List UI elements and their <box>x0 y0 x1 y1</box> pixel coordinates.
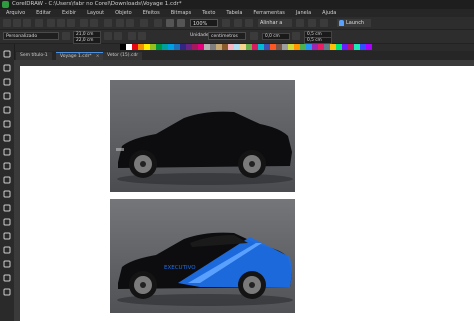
window-title: CorelDRAW - C:\Users\fabr no Corel\Downl… <box>12 1 182 7</box>
units-select[interactable]: centímetros <box>208 32 246 40</box>
executivo-badge: EXECUTIVO <box>164 265 196 271</box>
redo-button[interactable] <box>90 19 98 27</box>
duplicate-y-field[interactable]: 0,5 cm <box>304 37 332 44</box>
shape-icon[interactable] <box>3 64 11 72</box>
show-grid-button[interactable] <box>245 19 253 27</box>
tab-label: Vetor (15).cdr <box>107 53 139 58</box>
show-rulers-button[interactable] <box>234 19 242 27</box>
eyedropper-icon[interactable] <box>3 246 11 254</box>
car-silhouette-image[interactable] <box>110 80 295 192</box>
paste-button[interactable] <box>67 19 75 27</box>
undo-button[interactable] <box>80 19 88 27</box>
launch-dropdown[interactable]: Launch <box>337 19 371 27</box>
standard-toolbar: 100% Alinhar a Launch <box>0 17 474 30</box>
coreldraw-logo-icon <box>2 1 9 8</box>
zoom-level-select[interactable]: 100% <box>190 19 218 27</box>
landscape-button[interactable] <box>114 32 122 40</box>
transparency-icon[interactable] <box>3 232 11 240</box>
tab-document-1[interactable]: Sem título-1 <box>16 52 52 60</box>
artistic-media-icon[interactable] <box>3 120 11 128</box>
menu-bar: Arquivo Editar Exibir Layout Objeto Efeitos Bi… <box>0 9 474 17</box>
import-button[interactable] <box>116 19 124 27</box>
current-page-button[interactable] <box>138 32 146 40</box>
freehand-icon[interactable] <box>3 106 11 114</box>
car-wrap-design-image[interactable]: EXECUTIVO <box>110 199 295 313</box>
full-screen-button[interactable] <box>222 19 230 27</box>
property-bar: Personalizado 21,0 cm 22,0 cm Unidades: … <box>0 30 474 44</box>
snap-to-dropdown[interactable]: Alinhar a <box>258 19 292 27</box>
parallel-dimension-icon[interactable] <box>3 190 11 198</box>
open-button[interactable] <box>13 19 21 27</box>
corel-connect-button[interactable] <box>320 19 328 27</box>
color-palette <box>120 44 372 50</box>
search-content-button[interactable] <box>104 19 112 27</box>
print-button[interactable] <box>35 19 43 27</box>
all-pages-button[interactable] <box>128 32 136 40</box>
interactive-fill-icon[interactable] <box>3 260 11 268</box>
page-height-field[interactable]: 22,0 cm <box>73 37 101 44</box>
menu-item[interactable]: Tabela <box>226 9 242 17</box>
cut-button[interactable] <box>47 19 55 27</box>
menu-item[interactable]: Efeitos <box>143 9 160 17</box>
smart-fill-icon[interactable] <box>3 274 11 282</box>
new-document-button[interactable] <box>3 19 11 27</box>
zoom-icon[interactable] <box>3 92 11 100</box>
close-icon[interactable]: × <box>96 54 100 59</box>
page-width-icon <box>62 32 70 40</box>
duplicate-distance-icon <box>292 32 300 40</box>
menu-item[interactable]: Ferramentas <box>253 9 285 17</box>
car-wrap-drawing: EXECUTIVO <box>117 232 293 306</box>
application-launcher-button[interactable] <box>154 19 162 27</box>
toolbox <box>0 44 15 321</box>
car-silhouette-drawing <box>116 111 293 185</box>
page-size-preset-select[interactable]: Personalizado <box>3 32 59 40</box>
nudge-icon <box>250 32 258 40</box>
menu-item[interactable]: Layout <box>87 9 104 17</box>
menu-item[interactable]: Objeto <box>115 9 132 17</box>
document-tabs: Sem título-1 Voyage 1.cdr* × Vetor (15).c… <box>0 51 474 61</box>
color-swatch[interactable] <box>366 44 372 50</box>
zoom-in-button[interactable] <box>166 19 174 27</box>
text-icon[interactable] <box>3 176 11 184</box>
publish-pdf-button[interactable] <box>140 19 148 27</box>
polygon-icon[interactable] <box>3 162 11 170</box>
rocket-icon <box>339 20 344 26</box>
menu-item[interactable]: Janela <box>296 9 311 17</box>
launch-label: Launch <box>346 20 365 26</box>
connector-icon[interactable] <box>3 204 11 212</box>
crop-icon[interactable] <box>3 78 11 86</box>
menu-item[interactable]: Bitmaps <box>171 9 192 17</box>
pick-icon[interactable] <box>3 50 11 58</box>
menu-item[interactable]: Arquivo <box>6 9 25 17</box>
export-button[interactable] <box>126 19 134 27</box>
menu-item[interactable]: Ajuda <box>322 9 336 17</box>
title-bar: CorelDRAW - C:\Users\fabr no Corel\Downl… <box>0 0 474 9</box>
zoom-out-button[interactable] <box>177 19 185 27</box>
menu-item[interactable]: Texto <box>202 9 215 17</box>
shadow-icon[interactable] <box>3 218 11 226</box>
portrait-button[interactable] <box>104 32 112 40</box>
menu-item[interactable]: Editar <box>36 9 51 17</box>
ellipse-icon[interactable] <box>3 148 11 156</box>
tab-label: Voyage 1.cdr* <box>60 54 92 59</box>
menu-item[interactable]: Exibir <box>62 9 76 17</box>
tab-label: Sem título-1 <box>20 53 48 58</box>
copy-button[interactable] <box>57 19 65 27</box>
rectangle-icon[interactable] <box>3 134 11 142</box>
save-button[interactable] <box>23 19 31 27</box>
options-gear-button[interactable] <box>296 19 304 27</box>
welcome-screen-button[interactable] <box>308 19 316 27</box>
outline-icon[interactable] <box>3 288 11 296</box>
tab-document-3[interactable]: Vetor (15).cdr <box>103 52 143 60</box>
nudge-distance-field[interactable]: 0,0 cm <box>262 33 290 40</box>
